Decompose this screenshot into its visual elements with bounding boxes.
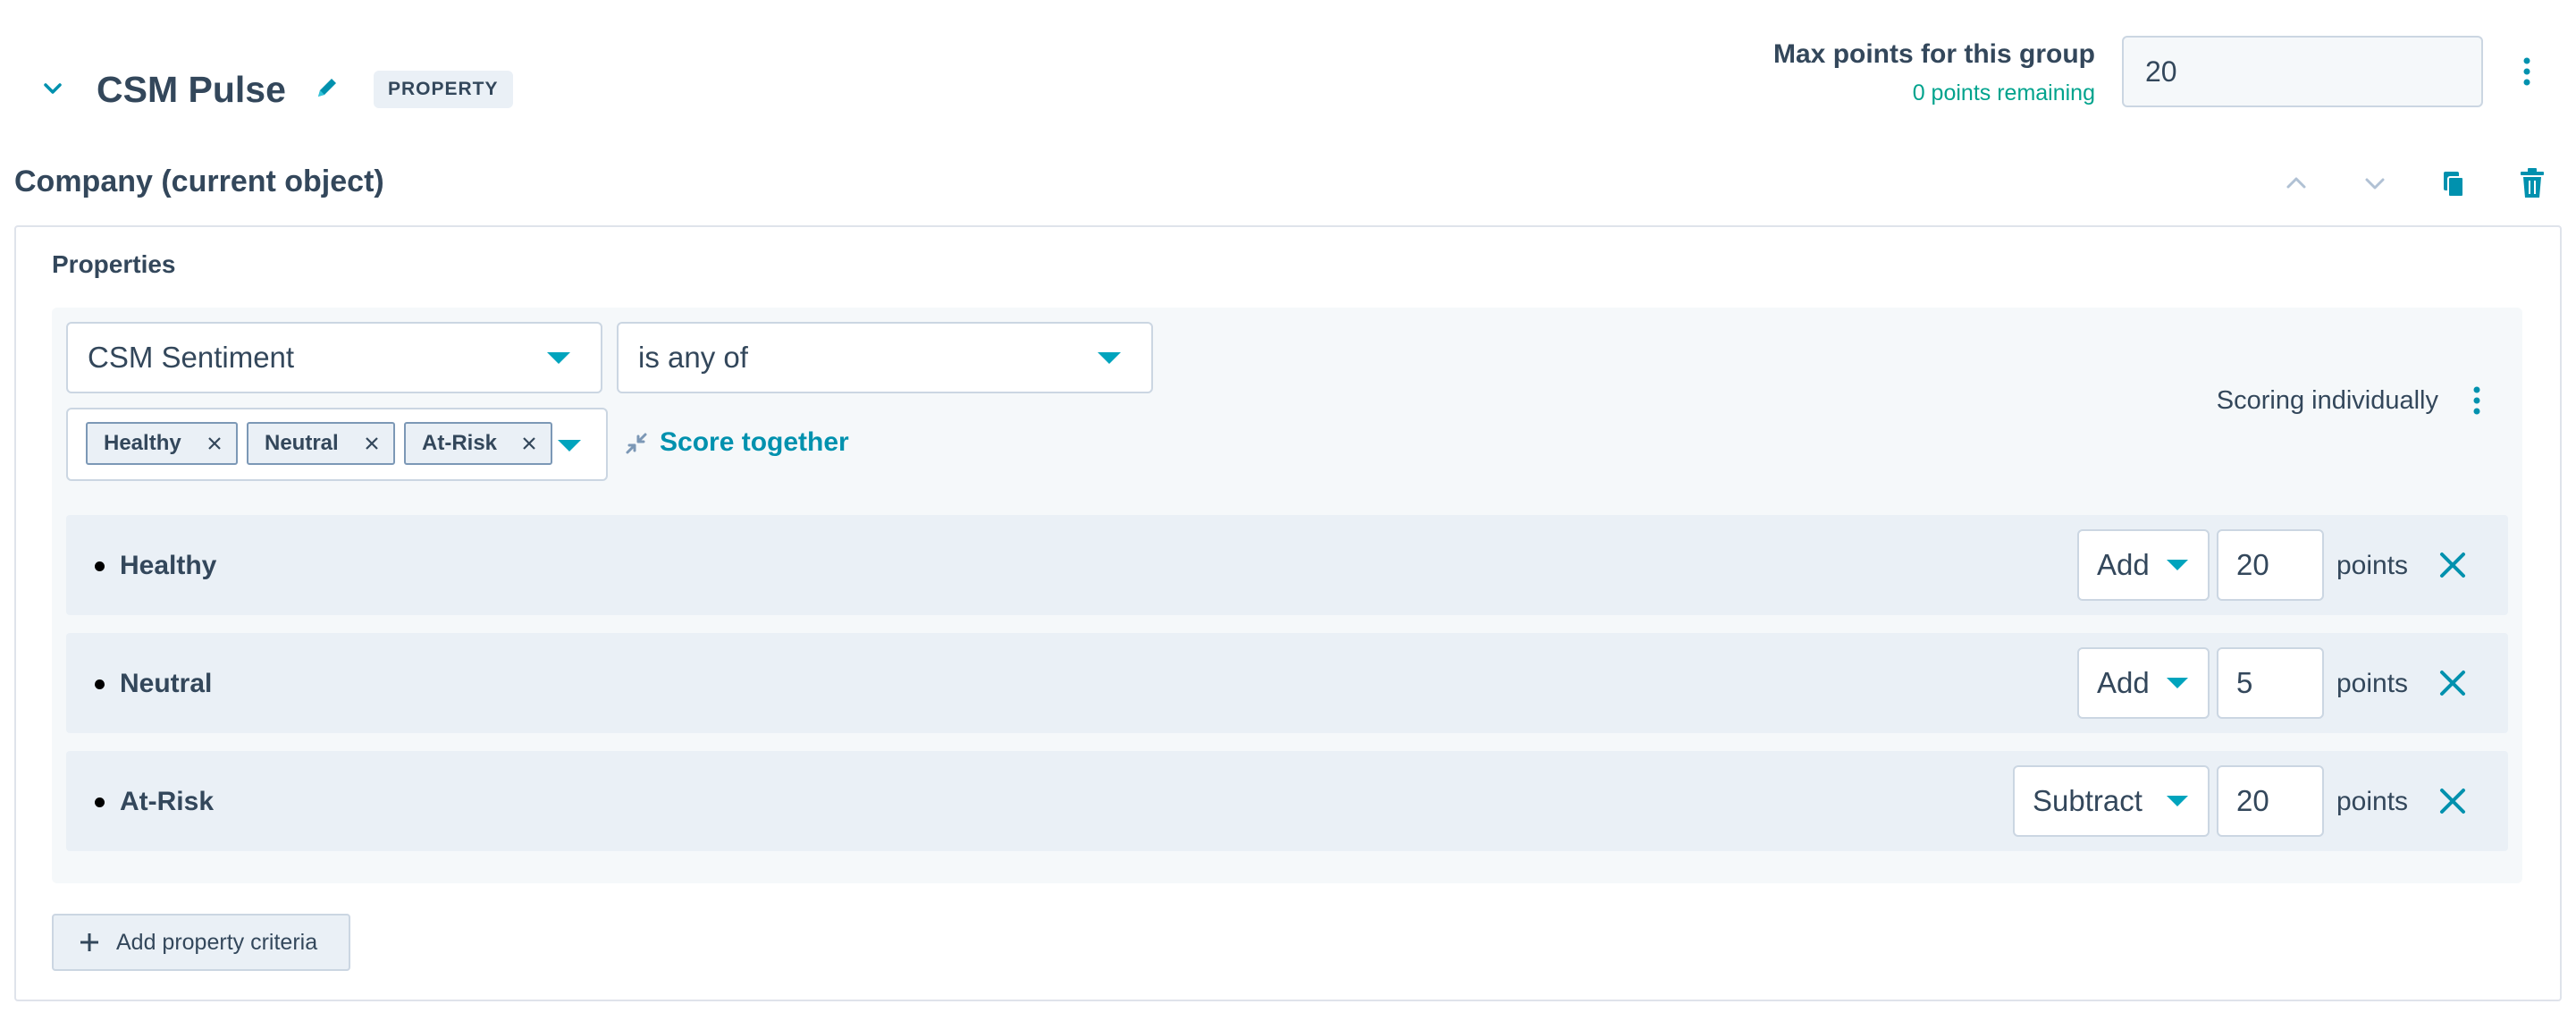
kebab-icon[interactable] — [2513, 54, 2540, 89]
list-item: Neutral Add 5 points — [66, 633, 2508, 733]
object-title: Company (current object) — [14, 165, 384, 198]
bullet-icon — [95, 561, 105, 571]
operation-value: Add — [2097, 666, 2150, 699]
operation-select[interactable]: Add — [2077, 529, 2210, 601]
operation-value: Add — [2097, 548, 2150, 581]
operation-value: Subtract — [2033, 784, 2142, 817]
value-label: Neutral — [120, 669, 213, 698]
max-points-input[interactable]: 20 — [2122, 36, 2483, 107]
points-unit: points — [2336, 669, 2409, 698]
points-unit: points — [2336, 787, 2409, 816]
add-criteria-label: Add property criteria — [116, 930, 318, 955]
operation-select[interactable]: Add — [2077, 647, 2210, 719]
property-badge: PROPERTY — [374, 71, 513, 108]
caret-down-icon[interactable] — [558, 440, 581, 451]
chevron-up-icon[interactable] — [2281, 168, 2311, 198]
caret-down-icon — [1098, 352, 1121, 364]
pencil-icon[interactable] — [313, 73, 341, 102]
close-icon[interactable] — [520, 435, 538, 452]
trash-icon[interactable] — [2517, 166, 2547, 200]
close-icon[interactable] — [2437, 549, 2469, 581]
close-icon[interactable] — [2437, 667, 2469, 699]
scoring-mode-label: Scoring individually — [2216, 386, 2438, 415]
list-item: At-Risk Subtract 20 points — [66, 751, 2508, 851]
value-label: At-Risk — [120, 787, 215, 816]
operator-select-value: is any of — [638, 341, 748, 374]
value-tag: At-Risk — [404, 422, 552, 465]
operator-select[interactable]: is any of — [617, 322, 1153, 393]
points-unit: points — [2336, 551, 2409, 580]
points-input[interactable]: 20 — [2217, 765, 2324, 837]
bullet-icon — [95, 679, 105, 689]
add-property-criteria-button[interactable]: Add property criteria — [52, 914, 350, 971]
value-tag-label: At-Risk — [422, 431, 498, 455]
close-icon[interactable] — [206, 435, 223, 452]
group-title: CSM Pulse — [97, 69, 286, 110]
caret-down-icon — [2167, 796, 2188, 806]
kebab-icon[interactable] — [2463, 383, 2490, 418]
value-tag: Healthy — [86, 422, 238, 465]
close-icon[interactable] — [363, 435, 381, 452]
value-tag-label: Healthy — [104, 431, 181, 455]
points-remaining: 0 points remaining — [1912, 80, 2095, 105]
operation-select[interactable]: Subtract — [2013, 765, 2210, 837]
max-points-label: Max points for this group — [1773, 39, 2095, 69]
chevron-down-icon[interactable] — [39, 75, 66, 102]
points-input[interactable]: 20 — [2217, 529, 2324, 601]
score-together-link[interactable]: Score together — [660, 427, 849, 458]
close-icon[interactable] — [2437, 785, 2469, 817]
copy-icon[interactable] — [2438, 168, 2469, 200]
collapse-arrows-icon — [626, 433, 647, 454]
caret-down-icon — [547, 352, 570, 364]
property-select-value: CSM Sentiment — [88, 341, 295, 374]
chevron-down-icon[interactable] — [2360, 168, 2390, 198]
caret-down-icon — [2167, 560, 2188, 570]
properties-label: Properties — [52, 250, 176, 278]
list-item: Healthy Add 20 points — [66, 515, 2508, 615]
value-tag: Neutral — [247, 422, 395, 465]
value-tag-label: Neutral — [265, 431, 339, 455]
value-label: Healthy — [120, 551, 217, 580]
plus-icon — [80, 933, 98, 951]
property-select[interactable]: CSM Sentiment — [66, 322, 602, 393]
points-input[interactable]: 5 — [2217, 647, 2324, 719]
values-multiselect[interactable]: Healthy Neutral At-Risk — [66, 408, 608, 481]
bullet-icon — [95, 797, 105, 807]
caret-down-icon — [2167, 678, 2188, 688]
